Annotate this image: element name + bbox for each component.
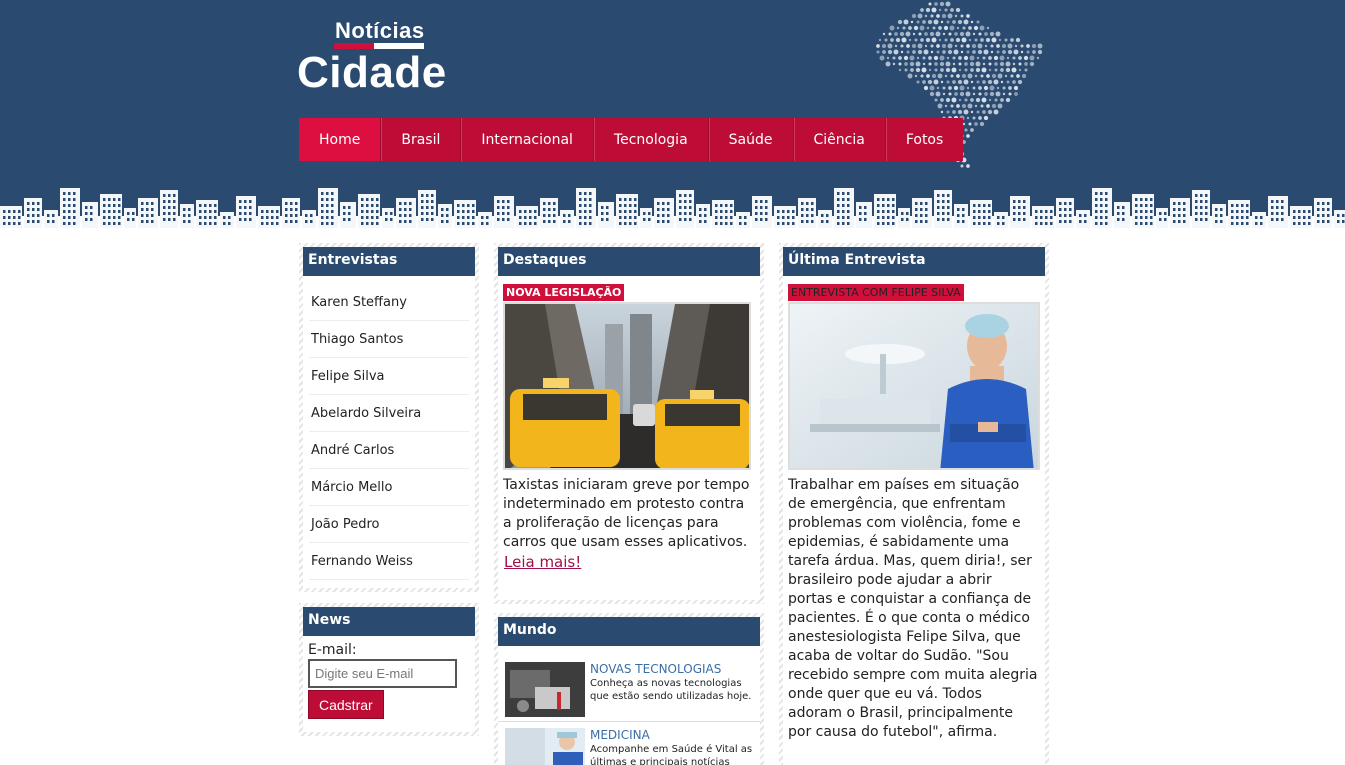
subscribe-button[interactable]: Cadstrar xyxy=(308,690,384,719)
highlight-tag: NOVA LEGISLAÇÃO xyxy=(503,284,625,301)
nav-item-tecnologia[interactable]: Tecnologia xyxy=(594,118,709,161)
nav-item-home[interactable]: Home xyxy=(299,118,382,161)
interviews-panel: Entrevistas Karen Steffany Thiago Santos… xyxy=(299,243,479,592)
world-item-desc: Conheça as novas tecnologias que estão s… xyxy=(590,678,752,702)
email-input[interactable] xyxy=(308,659,457,688)
world-item[interactable]: NOVAS TECNOLOGIAS Conheça as novas tecno… xyxy=(498,656,760,722)
highlights-panel: Destaques NOVA LEGISLAÇÃO Taxistas inici… xyxy=(494,243,764,604)
doctor-image[interactable] xyxy=(788,302,1040,470)
last-interview-title: Última Entrevista xyxy=(783,247,1045,276)
taxi-street-image[interactable] xyxy=(503,302,751,470)
last-interview-text: Trabalhar em países em situação de emerg… xyxy=(788,477,1038,740)
nav-item-saúde[interactable]: Saúde xyxy=(709,118,794,161)
world-panel: Mundo NOVAS TECNOLOGIAS Conheça as novas… xyxy=(494,613,764,765)
site-header: Notícias Cidade Home Brasil Internacional T… xyxy=(0,0,1345,228)
world-title: Mundo xyxy=(498,617,760,646)
highlights-title: Destaques xyxy=(498,247,760,276)
interview-item[interactable]: Abelardo Silveira xyxy=(309,395,469,432)
interview-item[interactable]: Karen Steffany xyxy=(309,284,469,321)
main-nav: Home Brasil Internacional Tecnologia Saúde Ci… xyxy=(299,118,964,161)
world-item-title[interactable]: NOVAS TECNOLOGIAS xyxy=(590,662,755,676)
interview-item[interactable]: André Carlos xyxy=(309,432,469,469)
world-item-desc: Acompanhe em Saúde é Vital as últimas e … xyxy=(590,744,753,765)
read-more-link[interactable]: Leia mais! xyxy=(504,553,581,571)
interview-item[interactable]: Márcio Mello xyxy=(309,469,469,506)
medicine-thumbnail xyxy=(505,728,585,765)
tech-thumbnail xyxy=(505,662,585,717)
nav-item-brasil[interactable]: Brasil xyxy=(381,118,462,161)
world-item-title[interactable]: MEDICINA xyxy=(590,728,755,742)
interviews-title: Entrevistas xyxy=(303,247,475,276)
interview-item[interactable]: João Pedro xyxy=(309,506,469,543)
city-skyline-decoration xyxy=(0,188,1345,228)
interview-item[interactable]: Felipe Silva xyxy=(309,358,469,395)
last-interview-panel: Última Entrevista ENTREVISTA COM FELIPE … xyxy=(779,243,1049,765)
last-interview-tag: ENTREVISTA COM FELIPE SILVA xyxy=(788,284,964,301)
logo-top-text: Notícias xyxy=(335,18,425,43)
newsletter-panel: News E-mail: Cadstrar xyxy=(299,603,479,736)
newsletter-title: News xyxy=(303,607,475,636)
nav-item-fotos[interactable]: Fotos xyxy=(886,118,963,161)
interviews-list: Karen Steffany Thiago Santos Felipe Silv… xyxy=(303,276,475,580)
interview-item[interactable]: Fernando Weiss xyxy=(309,543,469,580)
nav-item-internacional[interactable]: Internacional xyxy=(461,118,594,161)
interview-item[interactable]: Thiago Santos xyxy=(309,321,469,358)
logo-main-text[interactable]: Cidade xyxy=(297,48,447,98)
nav-item-ciência[interactable]: Ciência xyxy=(794,118,886,161)
email-label: E-mail: xyxy=(308,642,357,658)
highlight-text: Taxistas iniciaram greve por tempo indet… xyxy=(503,477,750,550)
world-item[interactable]: MEDICINA Acompanhe em Saúde é Vital as ú… xyxy=(498,722,760,765)
